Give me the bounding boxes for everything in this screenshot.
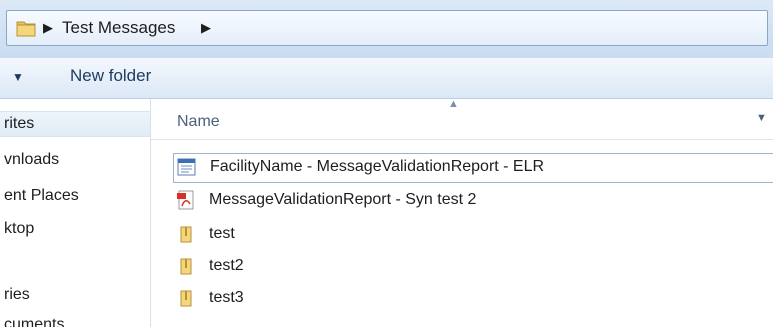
- folder-icon: [15, 17, 37, 44]
- file-row[interactable]: MessageValidationReport - Syn test 2: [173, 187, 773, 215]
- breadcrumb-test-messages[interactable]: Test Messages: [62, 18, 175, 38]
- nav-item-documents[interactable]: cuments: [4, 316, 64, 327]
- file-name: test3: [209, 289, 244, 306]
- folder-icon: [176, 288, 196, 308]
- nav-item-favorites[interactable]: rites: [0, 111, 150, 137]
- sort-ascending-icon: ▲: [448, 98, 459, 110]
- column-dropdown-icon[interactable]: ▼: [756, 112, 767, 124]
- column-header-name[interactable]: Name: [177, 113, 220, 131]
- folder-icon: [176, 224, 196, 244]
- breadcrumb-arrow-icon[interactable]: ▶: [43, 20, 53, 36]
- new-folder-button[interactable]: New folder: [70, 66, 151, 86]
- nav-item-label: rites: [4, 115, 35, 132]
- nav-item-libraries[interactable]: ries: [4, 286, 30, 304]
- address-bar[interactable]: ▶ Test Messages ▶: [6, 10, 768, 46]
- file-row[interactable]: FacilityName - MessageValidationReport -…: [173, 153, 773, 183]
- navigation-pane: rites vnloads ent Places ktop ries cumen…: [0, 99, 151, 327]
- file-name: test: [209, 225, 235, 242]
- nav-item-recent-places[interactable]: ent Places: [4, 187, 79, 205]
- file-row[interactable]: test3: [173, 285, 773, 313]
- breadcrumb-arrow-icon[interactable]: ▶: [201, 20, 211, 36]
- file-name: FacilityName - MessageValidationReport -…: [210, 158, 545, 175]
- command-toolbar: ▼ New folder: [0, 58, 773, 99]
- nav-item-downloads[interactable]: vnloads: [4, 151, 59, 169]
- file-row[interactable]: test: [173, 221, 773, 249]
- pdf-icon: [176, 190, 196, 210]
- column-header: ▲ Name ▼: [151, 98, 773, 140]
- folder-icon: [176, 256, 196, 276]
- file-row[interactable]: test2: [173, 253, 773, 281]
- nav-item-desktop[interactable]: ktop: [4, 220, 34, 238]
- organize-dropdown-icon[interactable]: ▼: [12, 70, 24, 84]
- file-name: test2: [209, 257, 244, 274]
- file-name: MessageValidationReport - Syn test 2: [209, 191, 477, 208]
- address-bar-area: ▶ Test Messages ▶: [0, 0, 773, 58]
- document-icon: [177, 157, 197, 177]
